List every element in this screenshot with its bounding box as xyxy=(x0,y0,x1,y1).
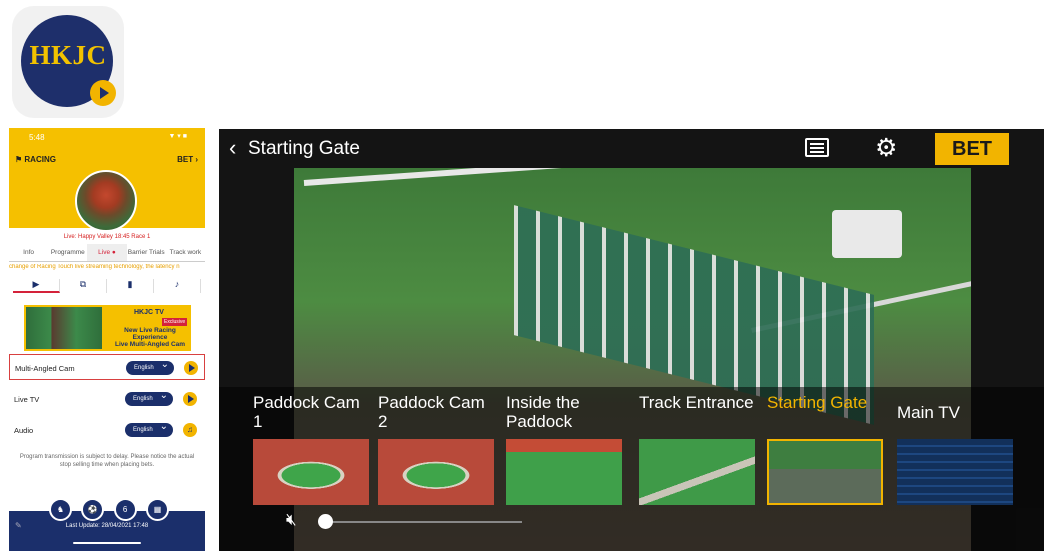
video-player: ‹ Starting Gate ⚙ BET Paddock Cam 1 Padd… xyxy=(219,129,1044,551)
row-label: Multi-Angled Cam xyxy=(15,364,75,373)
status-icons: ▼ ▾ ■ xyxy=(168,133,187,140)
player-title: Starting Gate xyxy=(248,138,360,159)
hkjc-tv-banner[interactable]: HKJC TV Exclusive New Live Racing Experi… xyxy=(24,305,191,351)
back-icon[interactable]: ‹ xyxy=(229,135,236,161)
app-icon: HKJC xyxy=(12,6,124,118)
video-icon[interactable]: ▶ xyxy=(13,279,60,293)
headphones-icon[interactable]: ♫ xyxy=(183,423,197,437)
camera-label: Main TV xyxy=(897,403,960,422)
six-icon[interactable]: 6 xyxy=(113,498,137,521)
banner-logo: HKJC TV xyxy=(134,309,164,316)
phone-tabs: Info Programme Live ● Barrier Trials Tra… xyxy=(9,244,205,262)
row-live-tv: Live TV English xyxy=(9,386,205,412)
bet-button[interactable]: BET xyxy=(935,133,1009,165)
bet-label: BET xyxy=(177,155,194,164)
tab-live[interactable]: Live ● xyxy=(87,244,127,261)
bell-icon[interactable]: ♪ xyxy=(154,279,201,293)
camera-label: Track Entrance xyxy=(639,393,754,412)
player-header: ‹ Starting Gate ⚙ BET xyxy=(219,129,1044,168)
banner-line-2: Experience xyxy=(132,334,168,341)
camera-starting-gate[interactable]: Starting Gate xyxy=(767,393,883,505)
delay-notice: Program transmission is subject to delay… xyxy=(19,454,195,468)
exclusive-badge: Exclusive xyxy=(162,318,188,326)
tab-info[interactable]: Info xyxy=(9,244,48,261)
dock: ♞ ⚽ 6 ▦ xyxy=(49,498,169,521)
camera-label: Inside the Paddock xyxy=(506,393,580,431)
row-multi-angled-cam: Multi-Angled Cam English xyxy=(9,354,205,380)
phone-bet-link[interactable]: BET › xyxy=(177,155,198,164)
camera-main-tv[interactable]: Main TV xyxy=(897,393,1013,505)
row-label: Audio xyxy=(14,426,34,435)
camera-thumbnail xyxy=(639,439,755,505)
row-label: Live TV xyxy=(14,395,40,404)
camera-thumbnail xyxy=(506,439,622,505)
camera-track-entrance[interactable]: Track Entrance xyxy=(639,393,755,505)
race-avatar xyxy=(75,170,137,232)
golf-cart xyxy=(832,210,902,258)
camera-label: Paddock Cam 2 xyxy=(378,393,485,431)
language-select[interactable]: English xyxy=(125,420,173,437)
calendar-icon[interactable]: ▦ xyxy=(145,498,169,521)
volume-slider[interactable] xyxy=(326,521,522,523)
last-update: Last Update: 28/04/2021 17:48 xyxy=(65,523,149,529)
track-rail xyxy=(303,168,863,186)
banner-line-1: New Live Racing xyxy=(124,327,176,334)
multi-screen-icon[interactable]: ⧉ xyxy=(60,279,107,293)
play-icon[interactable] xyxy=(184,361,198,375)
tab-barrier-trials[interactable]: Barrier Trials xyxy=(127,244,166,261)
live-race-line: Live: Happy Valley 18:45 Race 1 xyxy=(63,234,151,240)
racing-label: RACING xyxy=(24,155,56,164)
football-icon[interactable]: ⚽ xyxy=(81,498,105,521)
camera-thumbnail xyxy=(378,439,494,505)
gear-icon[interactable]: ⚙ xyxy=(875,133,897,163)
list-icon[interactable] xyxy=(805,138,829,157)
tab-programme[interactable]: Programme xyxy=(48,244,87,261)
camera-thumbnail xyxy=(897,439,1013,505)
news-ticker: change of Racing Touch live streaming te… xyxy=(9,264,180,270)
banner-text: New Live Racing Experience Live Multi-An… xyxy=(110,327,190,348)
camera-inside-paddock[interactable]: Inside the Paddock xyxy=(506,393,622,505)
camera-label: Paddock Cam 1 xyxy=(253,393,360,431)
app-icon-text: HKJC xyxy=(29,40,107,70)
banner-line-3: Live Multi-Angled Cam xyxy=(114,341,186,348)
tab-track-work[interactable]: Track work xyxy=(166,244,205,261)
tab-live-label: Live xyxy=(98,249,111,256)
mute-icon[interactable]: 🔇︎ xyxy=(286,510,297,530)
camera-label: Starting Gate xyxy=(767,393,868,412)
banner-thumbnails xyxy=(26,307,102,349)
live-dot-icon: ● xyxy=(111,249,116,256)
camera-paddock-cam-2[interactable]: Paddock Cam 2 xyxy=(378,393,494,505)
sub-tabs: ▶ ⧉ ▮ ♪ xyxy=(13,279,201,293)
phone-screen: 5:48 ▼ ▾ ■ ⚑ RACING BET › Live: Happy Va… xyxy=(9,128,205,551)
horse-icon[interactable]: ♞ xyxy=(49,498,72,521)
camera-thumbnail xyxy=(253,439,369,505)
language-select[interactable]: English xyxy=(125,389,173,406)
language-select[interactable]: English xyxy=(126,358,174,375)
racing-section[interactable]: ⚑ RACING xyxy=(15,155,56,164)
status-time: 5:48 xyxy=(29,133,45,142)
row-audio: Audio English ♫ xyxy=(9,417,205,443)
play-icon xyxy=(90,80,116,106)
home-indicator xyxy=(73,542,141,544)
volume-knob[interactable] xyxy=(318,514,333,529)
camera-thumbnail xyxy=(767,439,883,505)
camera-paddock-cam-1[interactable]: Paddock Cam 1 xyxy=(253,393,369,505)
play-icon[interactable] xyxy=(183,392,197,406)
chart-icon[interactable]: ▮ xyxy=(107,279,154,293)
